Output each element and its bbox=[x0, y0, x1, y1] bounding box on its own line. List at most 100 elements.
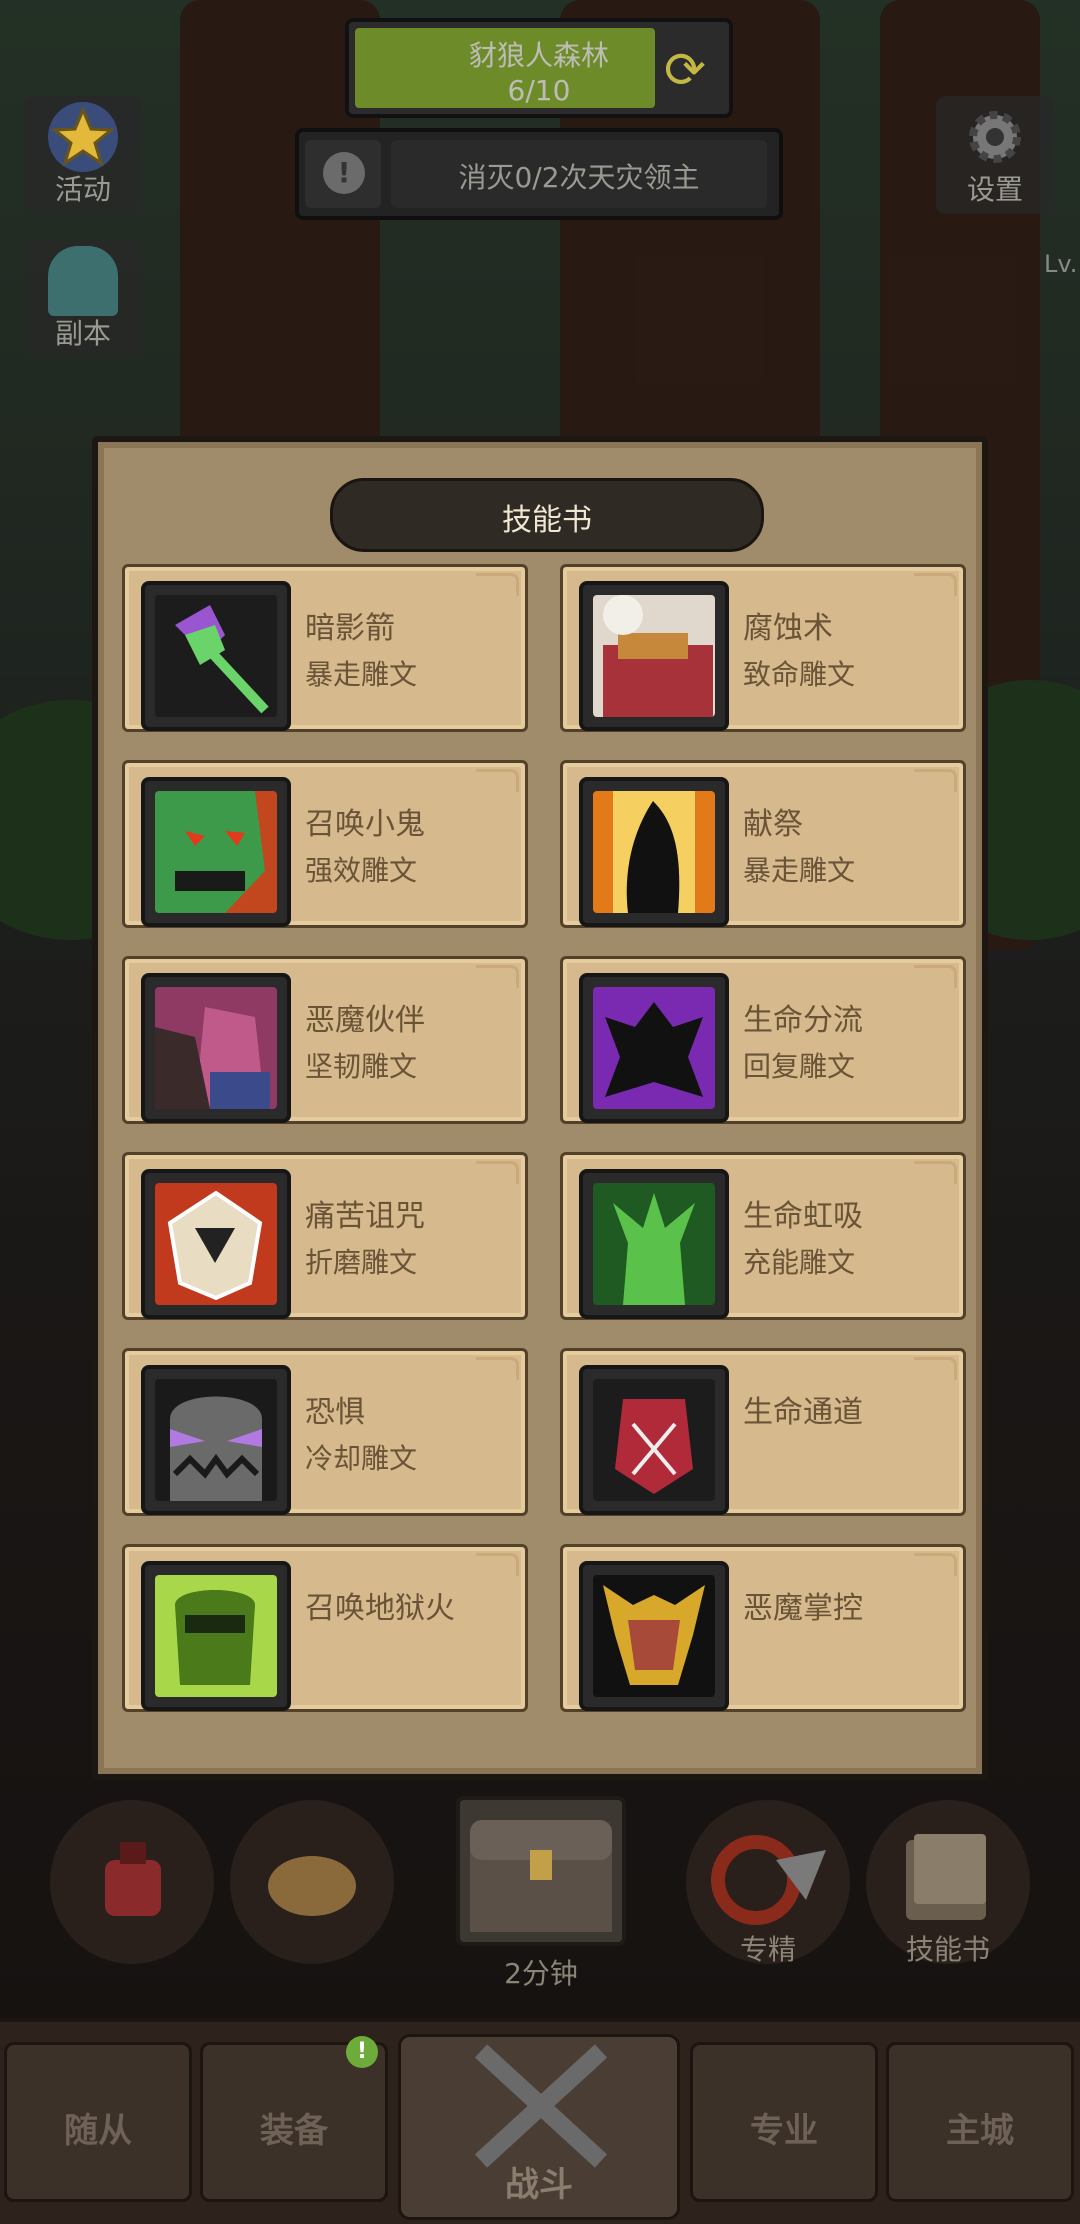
health-funnel-icon bbox=[593, 1379, 715, 1501]
skill-name: 生命分流 bbox=[743, 1003, 863, 1038]
star-icon bbox=[48, 102, 118, 172]
specialization-label: 专精 bbox=[739, 1933, 796, 1966]
skill-icon-frame bbox=[141, 777, 291, 927]
tab-battle-label: 战斗 bbox=[505, 2165, 573, 2205]
settings-button[interactable]: 设置 bbox=[936, 96, 1054, 214]
bread-button[interactable] bbox=[230, 1800, 394, 1964]
crossed-swords-icon bbox=[474, 2044, 608, 2168]
skill-card[interactable]: 痛苦诅咒 折磨雕文 bbox=[122, 1152, 528, 1320]
quest-panel[interactable]: ! 消灭0/2次天灾领主 bbox=[295, 128, 783, 220]
skill-card[interactable]: 生命通道 bbox=[560, 1348, 966, 1516]
skill-card[interactable]: 生命虹吸 充能雕文 bbox=[560, 1152, 966, 1320]
curse-of-agony-icon bbox=[155, 1183, 277, 1305]
treasure-chest-button[interactable] bbox=[456, 1796, 626, 1946]
skill-icon-frame bbox=[141, 1561, 291, 1711]
tab-main-city-label: 主城 bbox=[946, 2111, 1014, 2151]
activity-label: 活动 bbox=[54, 173, 111, 206]
skill-rune: 充能雕文 bbox=[743, 1246, 856, 1279]
skill-icon-frame bbox=[579, 1365, 729, 1515]
skill-card[interactable]: 恐惧 冷却雕文 bbox=[122, 1348, 528, 1516]
gear-icon bbox=[960, 102, 1030, 172]
imp-icon bbox=[155, 791, 277, 913]
immolate-icon bbox=[593, 791, 715, 913]
potion-icon bbox=[105, 1842, 161, 1916]
dungeon-button[interactable]: 副本 bbox=[24, 240, 142, 358]
card-corner bbox=[914, 1161, 957, 1184]
skill-name: 暗影箭 bbox=[305, 611, 395, 646]
card-corner bbox=[476, 965, 519, 988]
siphon-life-icon bbox=[593, 1183, 715, 1305]
tab-profession[interactable]: 专业 bbox=[690, 2042, 878, 2202]
tab-battle[interactable]: 战斗 bbox=[398, 2034, 680, 2220]
skill-card[interactable]: 恶魔伙伴 坚韧雕文 bbox=[122, 956, 528, 1124]
skill-rune: 致命雕文 bbox=[743, 658, 856, 691]
tab-profession-label: 专业 bbox=[750, 2111, 818, 2151]
quest-text-box: 消灭0/2次天灾领主 bbox=[391, 140, 767, 208]
skill-book-modal: 技能书 暗影箭 暴走雕文 腐蚀术 致命雕文 召唤小鬼 强效雕文 献祭 暴走雕文 … bbox=[92, 436, 988, 1780]
skill-card[interactable]: 暗影箭 暴走雕文 bbox=[122, 564, 528, 732]
demonic-control-icon bbox=[593, 1575, 715, 1697]
skill-card[interactable]: 召唤小鬼 强效雕文 bbox=[122, 760, 528, 928]
card-corner bbox=[476, 1553, 519, 1576]
level-label: Lv. bbox=[1044, 250, 1078, 278]
equipment-notification-badge: ! bbox=[346, 2036, 378, 2068]
infernal-icon bbox=[155, 1575, 277, 1697]
skill-icon-frame bbox=[141, 1169, 291, 1319]
exclamation-icon: ! bbox=[323, 152, 365, 194]
potion-button[interactable] bbox=[50, 1800, 214, 1964]
chest-icon bbox=[470, 1820, 612, 1932]
card-corner bbox=[914, 965, 957, 988]
skill-name: 恐惧 bbox=[305, 1395, 365, 1430]
dungeon-gate-icon bbox=[48, 246, 118, 316]
card-corner bbox=[914, 1553, 957, 1576]
skill-card[interactable]: 生命分流 回复雕文 bbox=[560, 956, 966, 1124]
skill-name: 痛苦诅咒 bbox=[305, 1199, 425, 1234]
bread-icon bbox=[268, 1856, 356, 1916]
fear-icon bbox=[155, 1379, 277, 1501]
modal-title-plate: 技能书 bbox=[330, 478, 764, 552]
skill-name: 献祭 bbox=[743, 807, 803, 842]
tab-equipment-label: 装备 bbox=[260, 2111, 328, 2151]
activity-button[interactable]: 活动 bbox=[24, 96, 142, 214]
skill-card[interactable]: 恶魔掌控 bbox=[560, 1544, 966, 1712]
skill-name: 生命虹吸 bbox=[743, 1199, 863, 1234]
skill-card[interactable]: 召唤地狱火 bbox=[122, 1544, 528, 1712]
corruption-icon bbox=[593, 595, 715, 717]
skill-rune: 坚韧雕文 bbox=[305, 1050, 418, 1083]
skill-card[interactable]: 献祭 暴走雕文 bbox=[560, 760, 966, 928]
skill-rune: 回复雕文 bbox=[743, 1050, 856, 1083]
tab-followers-label: 随从 bbox=[64, 2111, 132, 2151]
skill-icon-frame bbox=[579, 581, 729, 731]
skill-rune: 暴走雕文 bbox=[305, 658, 418, 691]
skill-icon-frame bbox=[141, 581, 291, 731]
chest-timer: 2分钟 bbox=[504, 1957, 578, 1990]
refresh-icon[interactable]: ⟳ bbox=[655, 40, 715, 100]
skillbook-label: 技能书 bbox=[905, 1933, 990, 1966]
skill-icon-frame bbox=[579, 777, 729, 927]
card-corner bbox=[476, 1357, 519, 1380]
skill-name: 召唤小鬼 bbox=[305, 807, 425, 842]
skill-rune: 冷却雕文 bbox=[305, 1442, 418, 1475]
dungeon-label: 副本 bbox=[54, 317, 111, 350]
quest-text: 消灭0/2次天灾领主 bbox=[458, 161, 700, 194]
skill-name: 腐蚀术 bbox=[743, 611, 833, 646]
skill-rune: 折磨雕文 bbox=[305, 1246, 418, 1279]
skill-rune: 暴走雕文 bbox=[743, 854, 856, 887]
skill-icon-frame bbox=[141, 973, 291, 1123]
quest-icon-box: ! bbox=[305, 140, 381, 208]
card-corner bbox=[914, 769, 957, 792]
card-corner bbox=[476, 573, 519, 596]
modal-title: 技能书 bbox=[502, 503, 592, 538]
tab-main-city[interactable]: 主城 bbox=[886, 2042, 1074, 2202]
skill-icon-frame bbox=[579, 973, 729, 1123]
settings-label: 设置 bbox=[966, 173, 1023, 206]
card-corner bbox=[914, 573, 957, 596]
skill-card[interactable]: 腐蚀术 致命雕文 bbox=[560, 564, 966, 732]
skill-icon-frame bbox=[141, 1365, 291, 1515]
zone-progress-panel: 豺狼人森林 6/10 ⟳ bbox=[345, 18, 733, 118]
skill-icon-frame bbox=[579, 1169, 729, 1319]
skill-rune: 强效雕文 bbox=[305, 854, 418, 887]
skill-name: 召唤地狱火 bbox=[305, 1591, 455, 1626]
tab-followers[interactable]: 随从 bbox=[4, 2042, 192, 2202]
skill-name: 恶魔伙伴 bbox=[305, 1003, 425, 1038]
